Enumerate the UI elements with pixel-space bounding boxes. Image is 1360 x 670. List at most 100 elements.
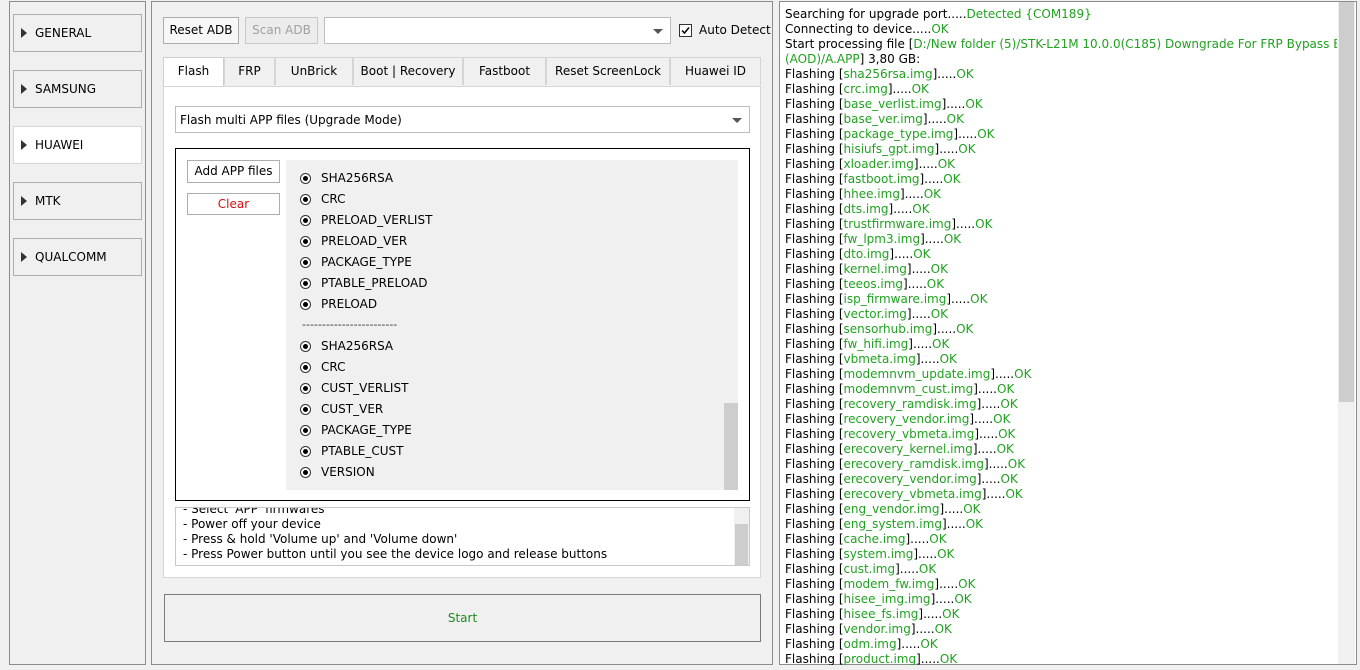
partition-name: CUST_VERLIST [321, 381, 409, 395]
instruction-line: - Press Power button until you see the d… [183, 547, 608, 561]
log-text: ]..... [905, 532, 930, 546]
radio-selected-icon [300, 299, 311, 310]
nav-item-general[interactable]: GENERAL [13, 14, 142, 52]
log-text: ]..... [895, 562, 919, 576]
log-text: ]..... [934, 142, 959, 156]
tab-frp[interactable]: FRP [224, 57, 275, 85]
log-highlight-text: OK [931, 22, 949, 36]
log-text: Flashing [ [785, 157, 844, 171]
log-text: Flashing [ [785, 652, 844, 665]
log-text: ]..... [913, 547, 938, 561]
clear-button[interactable]: Clear [187, 193, 280, 215]
auto-detect-checkbox[interactable] [679, 24, 692, 37]
log-text: Flashing [ [785, 412, 844, 426]
nav-item-huawei[interactable]: HUAWEI [13, 126, 142, 164]
log-highlight-text: sensorhub.img [843, 322, 933, 336]
log-highlight-text: OK [923, 187, 942, 201]
log-highlight-text: modemnvm_cust.img [843, 382, 974, 396]
log-text: ]..... [908, 337, 933, 351]
log-text: Flashing [ [785, 172, 844, 186]
log-highlight-text: OK [954, 592, 972, 606]
log-line: Flashing [package_type.img].....OK [785, 127, 995, 141]
log-text: Flashing [ [785, 202, 844, 216]
log-text: Flashing [ [785, 562, 844, 576]
log-text: ]..... [932, 322, 957, 336]
log-highlight-text: hisee_fs.img [843, 607, 919, 621]
log-text: ]..... [976, 397, 1001, 411]
log-highlight-text: product.img [843, 652, 917, 665]
tab-fastboot[interactable]: Fastboot [463, 57, 546, 85]
reset-adb-button[interactable]: Reset ADB [163, 17, 239, 44]
log-text: ]..... [887, 82, 912, 96]
scan-adb-button[interactable]: Scan ADB [245, 17, 318, 44]
instructions-scroll-thumb[interactable] [735, 524, 748, 565]
log-highlight-text: dts.img [843, 202, 889, 216]
partition-name: PACKAGE_TYPE [321, 255, 412, 269]
log-highlight-text: OK [911, 82, 929, 96]
log-highlight-text: package_type.img [843, 127, 954, 141]
tab-unbrick[interactable]: UnBrick [275, 57, 353, 85]
log-highlight-text: sha256rsa.img [843, 67, 933, 81]
nav-item-qualcomm[interactable]: QUALCOMM [13, 238, 142, 276]
log-highlight-text: OK [1000, 397, 1018, 411]
nav-item-label: SAMSUNG [35, 82, 97, 96]
instructions-box: - Select 'APP' firmwares - Power off you… [175, 507, 750, 566]
log-highlight-text: OK [965, 97, 983, 111]
log-highlight-text: kernel.img [843, 262, 907, 276]
log-highlight-text: OK [920, 637, 938, 651]
nav-item-samsung[interactable]: SAMSUNG [13, 70, 142, 108]
flash-mode-select[interactable]: Flash multi APP files (Upgrade Mode) [175, 106, 750, 133]
log-highlight-text: OK [943, 232, 962, 246]
device-port-select[interactable] [324, 17, 671, 44]
instruction-line: - Power off your device [183, 517, 321, 531]
flash-mode-value: Flash multi APP files (Upgrade Mode) [180, 113, 402, 127]
log-text: Flashing [ [785, 142, 844, 156]
log-highlight-text: OK [963, 502, 981, 516]
partition-list-scroll-thumb[interactable] [724, 403, 738, 490]
log-highlight-text: erecovery_ramdisk.img [843, 457, 984, 471]
log-text: ]..... [953, 127, 978, 141]
log-highlight-text: vector.img [843, 307, 907, 321]
add-app-files-button[interactable]: Add APP files [187, 160, 280, 183]
log-highlight-text: OK [977, 127, 995, 141]
tab-reset-screenlock[interactable]: Reset ScreenLock [546, 57, 670, 85]
log-text: ]..... [910, 622, 935, 636]
log-highlight-text: OK [970, 292, 988, 306]
tab-boot-recovery[interactable]: Boot | Recovery [353, 57, 463, 85]
log-text: Connecting to device..... [785, 22, 932, 36]
log-scroll-thumb[interactable] [1339, 2, 1354, 402]
radio-selected-icon [300, 173, 311, 184]
log-highlight-text: OK [937, 157, 956, 171]
partition-list[interactable]: SHA256RSA CRC PRELOAD_VERLIST PRELOAD_VE… [286, 160, 738, 490]
log-text: Flashing [ [785, 487, 844, 501]
partition-name: PRELOAD_VERLIST [321, 213, 433, 227]
log-text: Flashing [ [785, 427, 844, 441]
log-highlight-text: OK [932, 337, 950, 351]
log-text: ]..... [972, 442, 997, 456]
radio-selected-icon [300, 362, 311, 373]
log-text: ]..... [974, 427, 999, 441]
log-text: Flashing [ [785, 397, 844, 411]
log-line: Flashing [crc.img].....OK [785, 82, 929, 96]
log-text: ]..... [951, 217, 976, 231]
log-highlight-text: base_verlist.img [843, 97, 942, 111]
tab-strip: Flash FRP UnBrick Boot | Recovery Fastbo… [163, 57, 761, 87]
log-highlight-text: Detected {COM189} [966, 7, 1092, 21]
log-highlight-text: OK [942, 607, 960, 621]
log-line: Flashing [cache.img].....OK [785, 532, 947, 546]
nav-item-mtk[interactable]: MTK [13, 182, 142, 220]
log-line: (AOD)/A.APP] 3,80 GB: [785, 52, 920, 66]
log-highlight-text: recovery_vbmeta.img [843, 427, 975, 441]
tab-huawei-id[interactable]: Huawei ID [670, 57, 761, 85]
log-highlight-text: fw_lpm3.img [843, 232, 921, 246]
log-text: Searching for upgrade port..... [785, 7, 967, 21]
start-button[interactable]: Start [164, 594, 761, 642]
log-highlight-text: OK [956, 322, 974, 336]
tab-flash[interactable]: Flash [163, 57, 224, 87]
log-output: Searching for upgrade port.....Detected … [779, 1, 1337, 665]
partition-name: CRC [321, 360, 346, 374]
log-text: ]..... [981, 487, 1006, 501]
log-text: ]..... [916, 652, 940, 665]
log-line: Flashing [odm.img].....OK [785, 637, 938, 651]
log-text: Flashing [ [785, 577, 844, 591]
